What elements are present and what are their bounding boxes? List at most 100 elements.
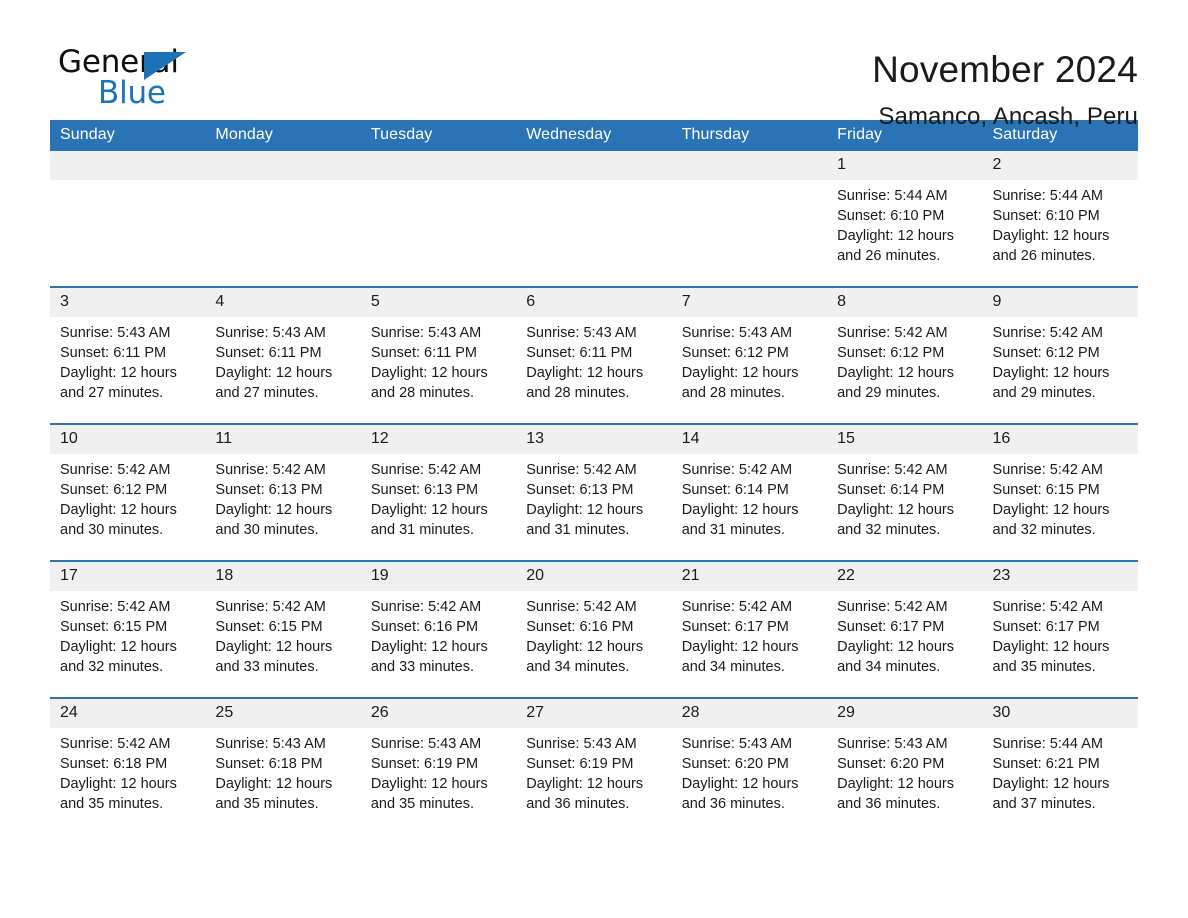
calendar-day-cell[interactable]: 7 Sunrise: 5:43 AM Sunset: 6:12 PM Daylight… (671, 286, 828, 424)
calendar-day-cell[interactable]: 20 Sunrise: 5:42 AM Sunset: 6:16 PM Dayligh… (516, 560, 672, 698)
day-number (516, 151, 672, 180)
sunset-text: Sunset: 6:20 PM (837, 756, 945, 772)
day-number: 18 (205, 562, 361, 591)
sunrise-text: Sunrise: 5:42 AM (526, 599, 637, 615)
day-details: Sunrise: 5:43 AM Sunset: 6:12 PM Daylight:… (672, 317, 827, 403)
day-number: 22 (827, 562, 983, 591)
calendar-empty-cell (50, 151, 206, 287)
day-details: Sunrise: 5:42 AM Sunset: 6:17 PM Daylight:… (672, 591, 827, 677)
sunset-text: Sunset: 6:17 PM (992, 619, 1100, 635)
day-number: 24 (50, 699, 206, 728)
daylight-text: Daylight: 12 hours and 35 minutes. (60, 776, 177, 812)
general-blue-logo[interactable]: General Blue (50, 46, 250, 116)
sunrise-text: Sunrise: 5:42 AM (837, 462, 948, 478)
daylight-text: Daylight: 12 hours and 32 minutes. (837, 502, 954, 538)
calendar-day-cell[interactable]: 23 Sunrise: 5:42 AM Sunset: 6:17 PM Dayligh… (982, 560, 1138, 698)
calendar-day-cell[interactable]: 2 Sunrise: 5:44 AM Sunset: 6:10 PM Daylight… (982, 151, 1138, 287)
day-details: Sunrise: 5:43 AM Sunset: 6:11 PM Daylight:… (205, 317, 360, 403)
calendar-day-cell[interactable]: 17 Sunrise: 5:42 AM Sunset: 6:15 PM Dayligh… (50, 560, 206, 698)
calendar-day-cell[interactable]: 8 Sunrise: 5:42 AM Sunset: 6:12 PM Daylight… (827, 286, 983, 424)
sunset-text: Sunset: 6:21 PM (992, 756, 1100, 772)
day-number: 2 (982, 151, 1138, 180)
sunset-text: Sunset: 6:16 PM (526, 619, 634, 635)
sunset-text: Sunset: 6:12 PM (837, 345, 945, 361)
daylight-text: Daylight: 12 hours and 31 minutes. (681, 502, 799, 538)
calendar-day-cell[interactable]: 28 Sunrise: 5:43 AM Sunset: 6:20 PM Dayligh… (671, 697, 828, 834)
day-number: 27 (516, 699, 672, 728)
calendar-day-cell[interactable]: 30 Sunrise: 5:44 AM Sunset: 6:21 PM Dayligh… (982, 697, 1138, 834)
day-details: Sunrise: 5:42 AM Sunset: 6:12 PM Daylight:… (50, 454, 205, 540)
daylight-text: Daylight: 12 hours and 34 minutes. (837, 639, 954, 675)
day-details: Sunrise: 5:42 AM Sunset: 6:17 PM Daylight:… (983, 591, 1138, 677)
day-number: 29 (827, 699, 983, 728)
day-number: 3 (50, 288, 206, 317)
sunset-text: Sunset: 6:16 PM (370, 619, 479, 635)
calendar-day-cell[interactable]: 12 Sunrise: 5:42 AM Sunset: 6:13 PM Dayligh… (360, 423, 517, 561)
day-number: 30 (982, 699, 1138, 728)
sunrise-text: Sunrise: 5:43 AM (215, 736, 326, 752)
sunrise-text: Sunrise: 5:42 AM (215, 462, 326, 478)
day-details: Sunrise: 5:42 AM Sunset: 6:13 PM Daylight:… (516, 454, 671, 540)
daylight-text: Daylight: 12 hours and 36 minutes. (837, 776, 954, 812)
daylight-text: Daylight: 12 hours and 27 minutes. (60, 365, 177, 401)
calendar-day-cell[interactable]: 14 Sunrise: 5:42 AM Sunset: 6:14 PM Dayligh… (671, 423, 828, 561)
calendar-day-cell[interactable]: 1 Sunrise: 5:44 AM Sunset: 6:10 PM Daylight… (827, 151, 983, 287)
day-details: Sunrise: 5:43 AM Sunset: 6:11 PM Daylight:… (361, 317, 516, 403)
calendar-day-cell[interactable]: 11 Sunrise: 5:42 AM Sunset: 6:13 PM Dayligh… (205, 423, 361, 561)
calendar-day-cell[interactable]: 26 Sunrise: 5:43 AM Sunset: 6:19 PM Dayligh… (360, 697, 517, 834)
day-number: 21 (671, 562, 828, 591)
day-details: Sunrise: 5:44 AM Sunset: 6:10 PM Daylight:… (827, 180, 982, 266)
day-number: 4 (205, 288, 361, 317)
calendar-day-cell[interactable]: 15 Sunrise: 5:42 AM Sunset: 6:14 PM Dayligh… (827, 423, 983, 561)
sunrise-text: Sunrise: 5:42 AM (370, 462, 482, 478)
sunrise-text: Sunrise: 5:42 AM (370, 599, 482, 615)
day-number: 5 (360, 288, 517, 317)
daylight-text: Daylight: 12 hours and 34 minutes. (681, 639, 799, 675)
day-number: 23 (982, 562, 1138, 591)
calendar-day-cell[interactable]: 16 Sunrise: 5:42 AM Sunset: 6:15 PM Dayligh… (982, 423, 1138, 561)
calendar-day-cell[interactable]: 24 Sunrise: 5:42 AM Sunset: 6:18 PM Dayligh… (50, 697, 206, 834)
calendar-day-cell[interactable]: 21 Sunrise: 5:42 AM Sunset: 6:17 PM Dayligh… (671, 560, 828, 698)
daylight-text: Daylight: 12 hours and 35 minutes. (215, 776, 333, 812)
calendar-day-cell[interactable]: 29 Sunrise: 5:43 AM Sunset: 6:20 PM Dayligh… (827, 697, 983, 834)
sunrise-text: Sunrise: 5:42 AM (837, 599, 948, 615)
weekday-header-wednesday: Wednesday (516, 120, 672, 151)
day-number: 26 (360, 699, 517, 728)
sunrise-text: Sunrise: 5:44 AM (992, 736, 1103, 752)
sunrise-text: Sunrise: 5:44 AM (837, 188, 948, 204)
calendar-empty-cell (671, 151, 828, 287)
calendar-day-cell[interactable]: 5 Sunrise: 5:43 AM Sunset: 6:11 PM Daylight… (360, 286, 517, 424)
day-number: 11 (205, 425, 361, 454)
day-number: 9 (982, 288, 1138, 317)
day-number: 7 (671, 288, 828, 317)
day-details: Sunrise: 5:42 AM Sunset: 6:16 PM Daylight:… (516, 591, 671, 677)
title-block: November 2024 Samanco, Ancash, Peru (872, 46, 1138, 132)
calendar-day-cell[interactable]: 13 Sunrise: 5:42 AM Sunset: 6:13 PM Dayligh… (516, 423, 672, 561)
sunset-text: Sunset: 6:10 PM (837, 208, 945, 224)
calendar-day-cell[interactable]: 22 Sunrise: 5:42 AM Sunset: 6:17 PM Dayligh… (827, 560, 983, 698)
day-number: 15 (827, 425, 983, 454)
calendar-day-cell[interactable]: 4 Sunrise: 5:43 AM Sunset: 6:11 PM Daylight… (205, 286, 361, 424)
calendar-day-cell[interactable]: 10 Sunrise: 5:42 AM Sunset: 6:12 PM Dayligh… (50, 423, 206, 561)
daylight-text: Daylight: 12 hours and 32 minutes. (992, 502, 1110, 538)
calendar-day-cell[interactable]: 9 Sunrise: 5:42 AM Sunset: 6:12 PM Daylight… (982, 286, 1138, 424)
calendar-day-cell[interactable]: 3 Sunrise: 5:43 AM Sunset: 6:11 PM Daylight… (50, 286, 206, 424)
day-number: 1 (827, 151, 983, 180)
sunset-text: Sunset: 6:11 PM (60, 345, 167, 361)
calendar-day-cell[interactable]: 19 Sunrise: 5:42 AM Sunset: 6:16 PM Dayligh… (360, 560, 517, 698)
calendar-day-cell[interactable]: 6 Sunrise: 5:43 AM Sunset: 6:11 PM Daylight… (516, 286, 672, 424)
sunrise-text: Sunrise: 5:43 AM (681, 736, 793, 752)
day-details: Sunrise: 5:42 AM Sunset: 6:14 PM Daylight:… (827, 454, 982, 540)
day-number: 19 (360, 562, 517, 591)
calendar-day-cell[interactable]: 25 Sunrise: 5:43 AM Sunset: 6:18 PM Dayligh… (205, 697, 361, 834)
calendar-day-cell[interactable]: 27 Sunrise: 5:43 AM Sunset: 6:19 PM Dayligh… (516, 697, 672, 834)
triangle-logo-icon (144, 52, 186, 80)
daylight-text: Daylight: 12 hours and 36 minutes. (526, 776, 644, 812)
sunset-text: Sunset: 6:12 PM (60, 482, 168, 498)
sunrise-text: Sunrise: 5:43 AM (526, 325, 637, 341)
day-details: Sunrise: 5:42 AM Sunset: 6:12 PM Daylight:… (827, 317, 982, 403)
day-number: 28 (671, 699, 828, 728)
daylight-text: Daylight: 12 hours and 31 minutes. (370, 502, 488, 538)
calendar-day-cell[interactable]: 18 Sunrise: 5:42 AM Sunset: 6:15 PM Dayligh… (205, 560, 361, 698)
daylight-text: Daylight: 12 hours and 36 minutes. (681, 776, 799, 812)
